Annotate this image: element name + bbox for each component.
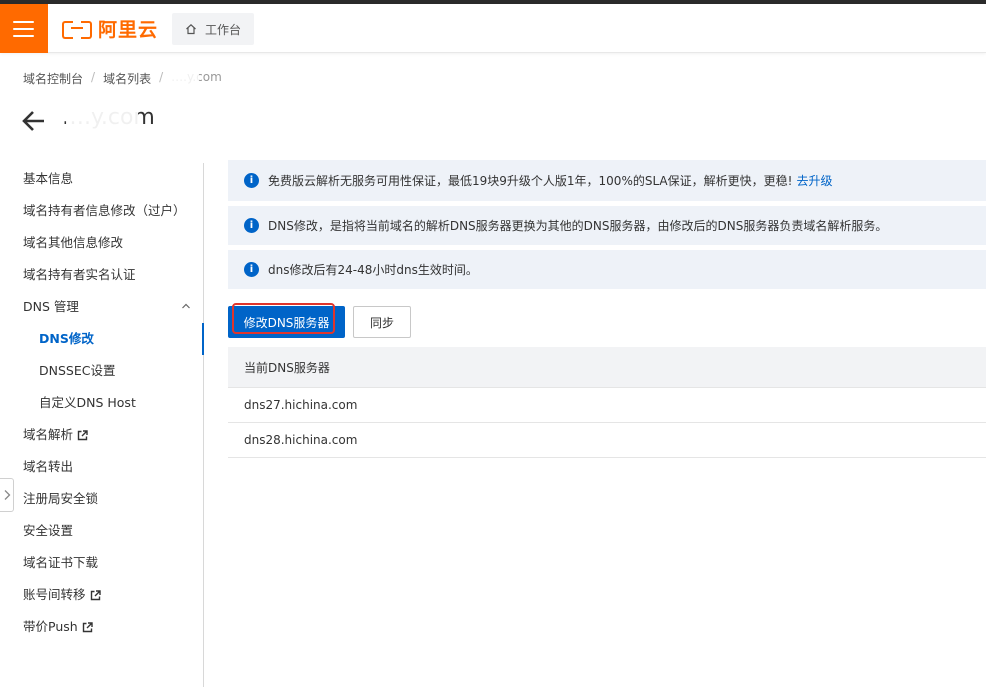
table-header: 当前DNS服务器 bbox=[228, 347, 986, 388]
sidebar: 基本信息 域名持有者信息修改（过户） 域名其他信息修改 域名持有者实名认证 DN… bbox=[0, 163, 204, 687]
external-link-icon bbox=[90, 589, 101, 600]
logo-text: 阿里云 bbox=[98, 19, 159, 41]
sidebar-item-dnssec[interactable]: DNSSEC设置 bbox=[0, 355, 203, 387]
dns-server-value: dns27.hichina.com bbox=[244, 398, 358, 412]
breadcrumb-domain-console[interactable]: 域名控制台 bbox=[23, 70, 83, 87]
sidebar-item-dns-modify[interactable]: DNS修改 bbox=[0, 323, 204, 355]
workbench-button[interactable]: 工作台 bbox=[172, 13, 254, 45]
notice-text: 免费版云解析无服务可用性保证，最低19块9升级个人版1年，100%的SLA保证，… bbox=[268, 174, 793, 188]
external-link-icon bbox=[77, 429, 88, 440]
arrow-left-icon bbox=[22, 111, 44, 131]
chevron-up-icon bbox=[182, 303, 190, 309]
sidebar-toggle[interactable] bbox=[0, 478, 14, 512]
sidebar-item-other-info[interactable]: 域名其他信息修改 bbox=[0, 227, 203, 259]
table-row: dns28.hichina.com bbox=[228, 423, 986, 458]
sidebar-item-dns-resolve[interactable]: 域名解析 bbox=[0, 419, 203, 451]
main-content: i 免费版云解析无服务可用性保证，最低19块9升级个人版1年，100%的SLA保… bbox=[228, 160, 986, 458]
sidebar-item-custom-dns-host[interactable]: 自定义DNS Host bbox=[0, 387, 203, 419]
chevron-right-icon bbox=[4, 490, 10, 500]
workbench-label: 工作台 bbox=[204, 22, 241, 37]
notice-dns-explain: i DNS修改，是指将当前域名的解析DNS服务器更换为其他的DNS服务器，由修改… bbox=[228, 206, 986, 245]
modify-dns-button[interactable]: 修改DNS服务器 bbox=[228, 303, 345, 338]
sidebar-item-registry-lock[interactable]: 注册局安全锁 bbox=[0, 483, 203, 515]
external-link-icon bbox=[82, 621, 93, 632]
sync-button[interactable]: 同步 bbox=[353, 306, 411, 338]
notice-text: dns修改后有24-48小时dns生效时间。 bbox=[268, 263, 478, 277]
sidebar-item-realname-auth[interactable]: 域名持有者实名认证 bbox=[0, 259, 203, 291]
aliyun-logo[interactable]: 阿里云 bbox=[62, 15, 158, 42]
redaction-mask bbox=[66, 110, 138, 132]
back-button[interactable] bbox=[22, 110, 46, 136]
sidebar-item-dns-management[interactable]: DNS 管理 bbox=[0, 291, 203, 323]
top-bar: 阿里云 工作台 bbox=[0, 4, 986, 53]
menu-button[interactable] bbox=[0, 4, 48, 53]
home-icon bbox=[186, 23, 196, 35]
notice-text: DNS修改，是指将当前域名的解析DNS服务器更换为其他的DNS服务器，由修改后的… bbox=[268, 219, 888, 233]
sidebar-item-certificate[interactable]: 域名证书下载 bbox=[0, 547, 203, 579]
column-header-dns-server: 当前DNS服务器 bbox=[244, 360, 330, 375]
info-icon: i bbox=[244, 173, 259, 188]
sidebar-item-priced-push[interactable]: 带价Push bbox=[0, 611, 203, 643]
dns-server-table: 当前DNS服务器 dns27.hichina.com dns28.hichina… bbox=[228, 347, 986, 458]
table-row: dns27.hichina.com bbox=[228, 388, 986, 423]
redaction-mask bbox=[171, 71, 199, 85]
sidebar-item-security[interactable]: 安全设置 bbox=[0, 515, 203, 547]
dns-server-value: dns28.hichina.com bbox=[244, 433, 358, 447]
sidebar-item-basic-info[interactable]: 基本信息 bbox=[0, 163, 203, 195]
sidebar-item-owner-change[interactable]: 域名持有者信息修改（过户） bbox=[0, 195, 203, 227]
upgrade-link[interactable]: 去升级 bbox=[796, 172, 832, 189]
info-icon: i bbox=[244, 218, 259, 233]
info-icon: i bbox=[244, 262, 259, 277]
notice-upgrade: i 免费版云解析无服务可用性保证，最低19块9升级个人版1年，100%的SLA保… bbox=[228, 160, 986, 201]
highlight-box bbox=[232, 303, 335, 334]
aliyun-logo-icon bbox=[62, 20, 92, 39]
sidebar-item-transfer-out[interactable]: 域名转出 bbox=[0, 451, 203, 483]
sidebar-item-account-transfer[interactable]: 账号间转移 bbox=[0, 579, 203, 611]
breadcrumb-domain-list[interactable]: 域名列表 bbox=[103, 70, 151, 87]
hamburger-icon bbox=[13, 21, 34, 23]
notice-dns-effective-time: i dns修改后有24-48小时dns生效时间。 bbox=[228, 250, 986, 289]
action-buttons: 修改DNS服务器 同步 bbox=[228, 303, 411, 338]
